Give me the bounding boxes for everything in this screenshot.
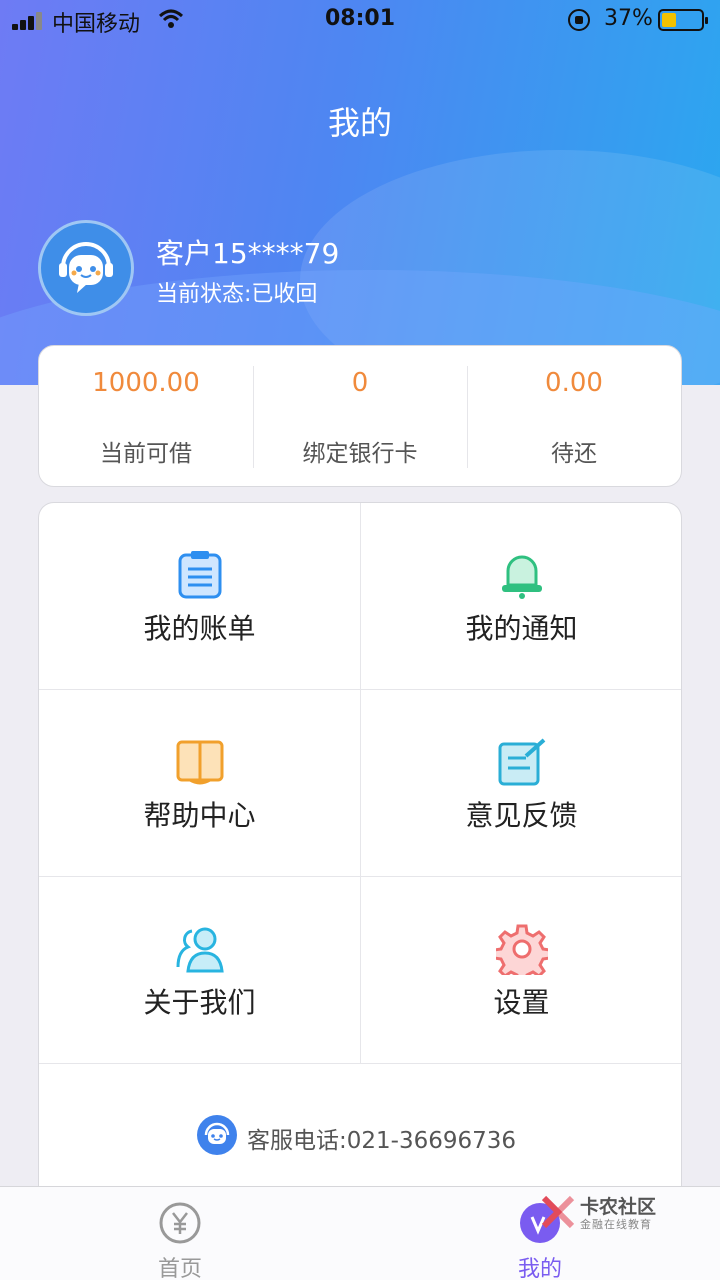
watermark-subtitle: 金融在线教育 [580, 1218, 652, 1231]
bell-icon [501, 555, 542, 599]
stat-available-credit[interactable]: 1000.00 当前可借 [39, 346, 253, 488]
battery-icon [658, 9, 708, 31]
stat-label: 绑定银行卡 [302, 441, 418, 467]
tab-label: 首页 [157, 1257, 202, 1280]
tab-label: 我的 [517, 1257, 562, 1280]
bill-icon [178, 551, 221, 599]
stat-value: 1000.00 [92, 368, 200, 398]
user-status: 当前状态:已收回 [156, 282, 318, 307]
stat-value: 0.00 [545, 368, 603, 398]
battery-percent: 37% [604, 6, 653, 31]
stat-label: 待还 [551, 441, 597, 467]
status-bar: 中国移动 08:01 37% [0, 0, 720, 40]
divider [39, 1063, 681, 1064]
stat-value: 0 [351, 368, 369, 398]
stat-pending-repayment[interactable]: 0.00 待还 [467, 346, 681, 488]
menu-label: 设置 [493, 986, 550, 1019]
menu-item-about-us[interactable]: 关于我们 [39, 877, 360, 1063]
customer-service-row[interactable]: 客服电话:021-36696736 [39, 1115, 681, 1155]
menu-card: 我的账单 我的通知 帮助中心 意见反馈 关于我们 设置 客服电话:021-366… [38, 502, 682, 1222]
gear-icon [495, 924, 548, 975]
menu-label: 我的通知 [465, 612, 578, 645]
avatar[interactable] [38, 220, 134, 316]
page-title: 我的 [327, 104, 392, 142]
menu-item-help-center[interactable]: 帮助中心 [39, 690, 360, 876]
stat-bank-cards[interactable]: 0 绑定银行卡 [253, 346, 467, 488]
menu-label: 意见反馈 [465, 799, 578, 832]
yuan-icon [159, 1202, 201, 1244]
menu-item-notifications[interactable]: 我的通知 [361, 503, 681, 689]
book-icon [176, 740, 223, 785]
menu-item-feedback[interactable]: 意见反馈 [361, 690, 681, 876]
menu-label: 我的账单 [143, 612, 256, 645]
users-icon [176, 927, 224, 973]
customer-service-icon [197, 1115, 237, 1155]
menu-label: 帮助中心 [143, 799, 256, 832]
stats-card: 1000.00 当前可借 0 绑定银行卡 0.00 待还 [38, 345, 682, 487]
robot-avatar-icon [59, 242, 113, 293]
stat-label: 当前可借 [100, 441, 192, 467]
tab-home[interactable]: 首页 [90, 1187, 270, 1280]
watermark-title: 卡农社区 [580, 1196, 657, 1218]
header-background [0, 0, 720, 385]
user-name: 客户15****79 [156, 237, 340, 270]
menu-label: 关于我们 [143, 986, 256, 1019]
rotation-lock-icon [568, 9, 590, 31]
watermark-logo-icon [541, 1195, 575, 1229]
menu-item-settings[interactable]: 设置 [361, 877, 681, 1063]
edit-icon [498, 738, 545, 786]
customer-service-phone: 客服电话:021-36696736 [247, 1128, 517, 1154]
menu-item-bills[interactable]: 我的账单 [39, 503, 360, 689]
watermark: 卡农社区 金融在线教育 [540, 1190, 690, 1234]
